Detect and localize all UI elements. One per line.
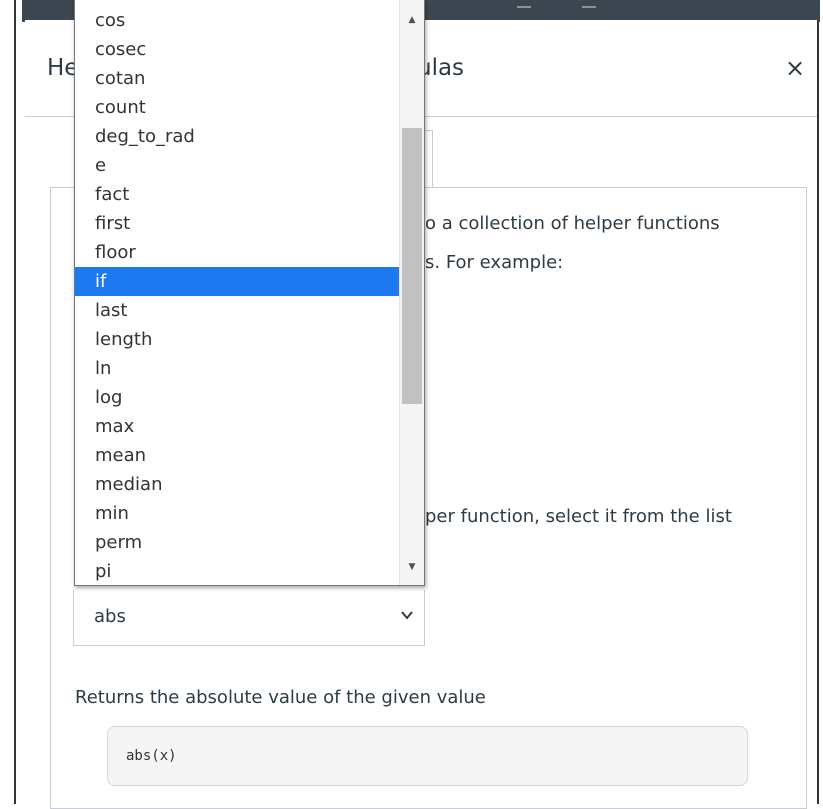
instruction-text: per function, select it from the list <box>425 506 732 527</box>
helper-function-select[interactable]: abs <box>73 590 425 646</box>
dropdown-option-floor[interactable]: floor <box>75 238 399 267</box>
scrollbar-thumb[interactable] <box>402 128 422 404</box>
dropdown-option-log[interactable]: log <box>75 383 399 412</box>
dropdown-scrollbar[interactable]: ▲ ▼ <box>399 0 424 585</box>
dropdown-option-if[interactable]: if <box>75 267 399 296</box>
intro-text-line-2: s. For example: <box>425 252 564 273</box>
dropdown-option-cos[interactable]: cos <box>75 6 399 35</box>
scroll-down-arrow-icon[interactable]: ▼ <box>400 557 424 577</box>
dropdown-option-fact[interactable]: fact <box>75 180 399 209</box>
dropdown-option-pi[interactable]: pi <box>75 557 399 586</box>
function-dropdown-list[interactable]: cos cosec cotan count deg_to_rad e fact first fl… <box>74 0 425 586</box>
code-example: abs(x) <box>126 748 177 764</box>
select-value: abs <box>94 606 126 627</box>
toolbar-glyph <box>517 6 531 8</box>
dropdown-option-deg-to-rad[interactable]: deg_to_rad <box>75 122 399 151</box>
dropdown-option-last[interactable]: last <box>75 296 399 325</box>
close-icon: × <box>784 54 806 82</box>
chevron-down-icon <box>401 611 413 620</box>
dropdown-option-length[interactable]: length <box>75 325 399 354</box>
dropdown-options: cos cosec cotan count deg_to_rad e fact first fl… <box>75 6 399 586</box>
dropdown-option-count[interactable]: count <box>75 93 399 122</box>
dropdown-option-mean[interactable]: mean <box>75 441 399 470</box>
window-frame-right <box>817 0 819 804</box>
dropdown-option-e[interactable]: e <box>75 151 399 180</box>
code-example-box: abs(x) <box>107 726 748 786</box>
dropdown-option-ln[interactable]: ln <box>75 354 399 383</box>
dropdown-option-perm[interactable]: perm <box>75 528 399 557</box>
toolbar-glyph <box>582 6 596 8</box>
scroll-up-arrow-icon[interactable]: ▲ <box>400 10 424 30</box>
dropdown-option-cosec[interactable]: cosec <box>75 35 399 64</box>
dropdown-option-max[interactable]: max <box>75 412 399 441</box>
window-frame-left <box>14 0 16 804</box>
dropdown-option-first[interactable]: first <box>75 209 399 238</box>
function-description: Returns the absolute value of the given … <box>75 687 486 708</box>
intro-text-line-1: o a collection of helper functions <box>425 213 720 234</box>
dropdown-option-cotan[interactable]: cotan <box>75 64 399 93</box>
close-button[interactable]: × <box>783 56 807 80</box>
dropdown-option-median[interactable]: median <box>75 470 399 499</box>
dropdown-option-min[interactable]: min <box>75 499 399 528</box>
